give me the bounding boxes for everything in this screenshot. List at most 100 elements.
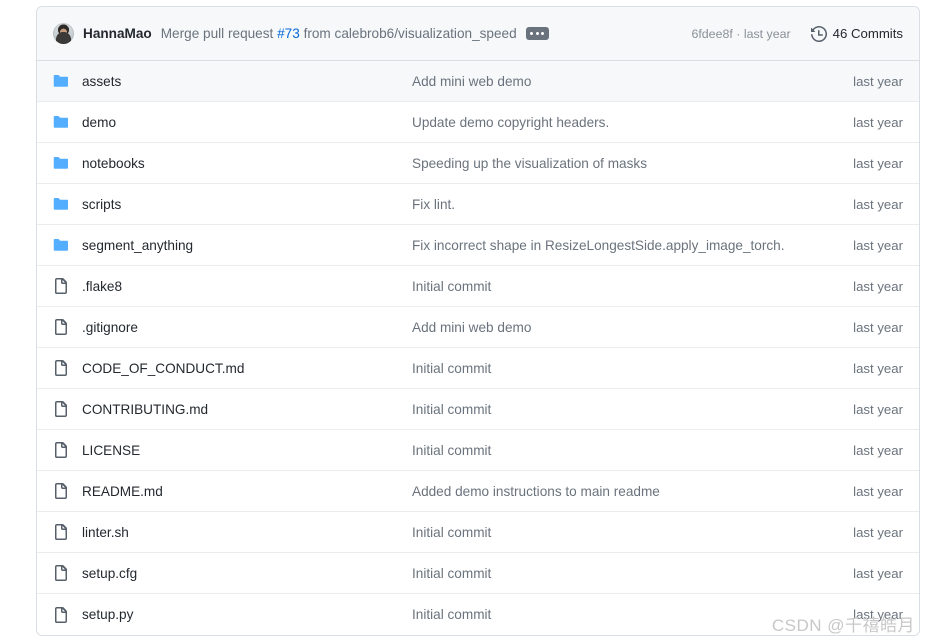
- row-commit-message[interactable]: Fix incorrect shape in ResizeLongestSide…: [412, 238, 853, 253]
- file-icon: [55, 524, 67, 540]
- file-name-link[interactable]: linter.sh: [82, 525, 412, 540]
- table-row[interactable]: segment_anything Fix incorrect shape in R…: [37, 225, 919, 266]
- file-icon: [55, 483, 67, 499]
- commits-count-link[interactable]: 46 Commits: [810, 25, 903, 42]
- table-row[interactable]: assets Add mini web demo last year: [37, 61, 919, 102]
- history-icon: [810, 25, 827, 42]
- row-commit-age: last year: [853, 565, 903, 581]
- table-row[interactable]: .flake8 Initial commit last year: [37, 266, 919, 307]
- file-icon: [55, 442, 67, 458]
- row-commit-message[interactable]: Initial commit: [412, 443, 853, 458]
- file-name-link[interactable]: README.md: [82, 484, 412, 499]
- file-name-link[interactable]: .gitignore: [82, 320, 412, 335]
- commit-sha[interactable]: 6fdee8f: [691, 27, 732, 41]
- table-row[interactable]: demo Update demo copyright headers. last y…: [37, 102, 919, 143]
- row-commit-age: last year: [853, 319, 903, 335]
- folder-name-link[interactable]: assets: [82, 74, 412, 89]
- folder-icon: [53, 237, 69, 253]
- ellipsis-dot: [535, 32, 539, 35]
- file-icon: [55, 401, 67, 417]
- avatar[interactable]: [53, 23, 74, 44]
- folder-name-link[interactable]: scripts: [82, 197, 412, 212]
- row-commit-message[interactable]: Update demo copyright headers.: [412, 115, 853, 130]
- file-icon: [55, 565, 67, 581]
- latest-commit-header: HannaMao Merge pull request #73 from cal…: [37, 7, 919, 61]
- ellipsis-dot: [541, 32, 545, 35]
- ellipsis-dot: [530, 32, 534, 35]
- row-commit-age: last year: [853, 360, 903, 376]
- table-row[interactable]: linter.sh Initial commit last year: [37, 512, 919, 553]
- table-row[interactable]: CODE_OF_CONDUCT.md Initial commit last yea…: [37, 348, 919, 389]
- table-row[interactable]: LICENSE Initial commit last year: [37, 430, 919, 471]
- row-commit-message[interactable]: Add mini web demo: [412, 74, 853, 89]
- folder-icon: [53, 116, 68, 128]
- file-icon: [55, 360, 67, 376]
- table-row[interactable]: setup.cfg Initial commit last year: [37, 553, 919, 594]
- pull-request-link[interactable]: #73: [277, 26, 300, 41]
- folder-name-link[interactable]: segment_anything: [82, 238, 412, 253]
- row-commit-age: last year: [853, 114, 903, 130]
- file-icon: [53, 565, 69, 581]
- file-name-link[interactable]: .flake8: [82, 279, 412, 294]
- folder-icon: [53, 75, 68, 87]
- file-name-link[interactable]: setup.py: [82, 607, 412, 622]
- commit-sha-separator: ·: [732, 26, 744, 41]
- folder-icon: [53, 114, 69, 130]
- folder-icon: [53, 157, 68, 169]
- row-commit-age: last year: [853, 524, 903, 540]
- file-icon: [53, 606, 69, 623]
- table-row[interactable]: README.md Added demo instructions to main…: [37, 471, 919, 512]
- expand-commit-message-button[interactable]: [525, 27, 549, 40]
- commit-message: Merge pull request #73 from calebrob6/vi…: [161, 26, 517, 41]
- row-commit-message[interactable]: Initial commit: [412, 402, 853, 417]
- file-icon: [53, 401, 69, 417]
- file-icon: [53, 483, 69, 499]
- file-name-link[interactable]: CODE_OF_CONDUCT.md: [82, 361, 412, 376]
- file-icon: [53, 524, 69, 540]
- row-commit-message[interactable]: Initial commit: [412, 607, 853, 622]
- commit-author-name[interactable]: HannaMao: [83, 26, 152, 41]
- row-commit-age: last year: [853, 483, 903, 499]
- file-icon: [53, 360, 69, 376]
- folder-name-link[interactable]: demo: [82, 115, 412, 130]
- row-commit-age: last year: [853, 196, 903, 212]
- row-commit-message[interactable]: Initial commit: [412, 279, 853, 294]
- row-commit-message[interactable]: Initial commit: [412, 525, 853, 540]
- file-list: assets Add mini web demo last year demo Upda…: [37, 61, 919, 635]
- row-commit-message[interactable]: Initial commit: [412, 361, 853, 376]
- folder-icon: [53, 198, 68, 210]
- folder-icon: [53, 196, 69, 212]
- file-name-link[interactable]: LICENSE: [82, 443, 412, 458]
- commit-header-right: 6fdee8f · last year 46 Commits: [691, 25, 903, 42]
- file-name-link[interactable]: setup.cfg: [82, 566, 412, 581]
- row-commit-message[interactable]: Add mini web demo: [412, 320, 853, 335]
- table-row[interactable]: scripts Fix lint. last year: [37, 184, 919, 225]
- commit-age: last year: [743, 26, 791, 41]
- folder-name-link[interactable]: notebooks: [82, 156, 412, 171]
- commit-message-suffix: from calebrob6/visualization_speed: [299, 26, 517, 41]
- row-commit-message[interactable]: Initial commit: [412, 566, 853, 581]
- table-row[interactable]: notebooks Speeding up the visualization o…: [37, 143, 919, 184]
- file-icon: [53, 278, 69, 294]
- row-commit-message[interactable]: Added demo instructions to main readme: [412, 484, 853, 499]
- file-icon: [53, 442, 69, 458]
- folder-icon: [53, 73, 69, 89]
- row-commit-age: last year: [853, 73, 903, 89]
- row-commit-age: last year: [853, 155, 903, 171]
- row-commit-age: last year: [853, 442, 903, 458]
- file-icon: [53, 319, 69, 335]
- table-row[interactable]: .gitignore Add mini web demo last year: [37, 307, 919, 348]
- file-name-link[interactable]: CONTRIBUTING.md: [82, 402, 412, 417]
- table-row[interactable]: setup.py Initial commit last year: [37, 594, 919, 635]
- row-commit-message[interactable]: Speeding up the visualization of masks: [412, 156, 853, 171]
- file-icon: [55, 606, 67, 623]
- table-row[interactable]: CONTRIBUTING.md Initial commit last year: [37, 389, 919, 430]
- row-commit-age: last year: [853, 237, 903, 253]
- repository-file-table: HannaMao Merge pull request #73 from cal…: [36, 6, 920, 636]
- row-commit-age: last year: [853, 278, 903, 294]
- folder-icon: [53, 239, 68, 251]
- commit-sha-and-age: 6fdee8f · last year: [691, 27, 790, 41]
- folder-icon: [53, 155, 69, 171]
- row-commit-message[interactable]: Fix lint.: [412, 197, 853, 212]
- row-commit-age: last year: [853, 607, 903, 622]
